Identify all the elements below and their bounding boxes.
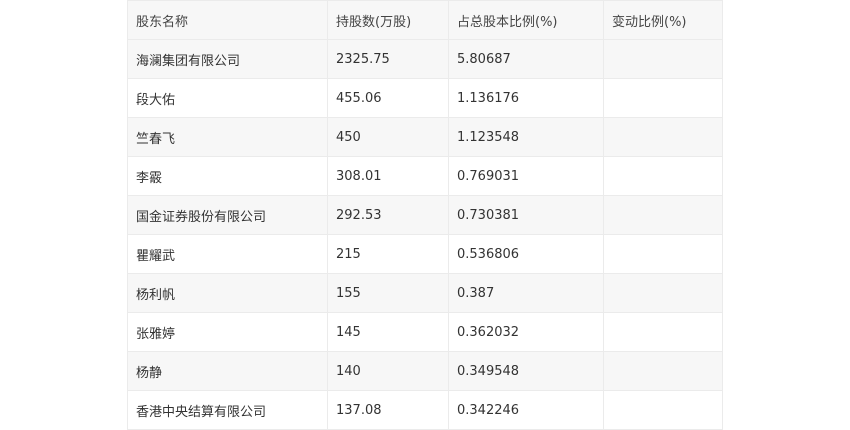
shareholders-table: 股东名称 持股数(万股) 占总股本比例(%) 变动比例(%) 海澜集团有限公司 … [127,0,723,430]
table-row: 李霰 308.01 0.769031 [127,156,723,196]
header-ratio: 占总股本比例(%) [448,0,604,40]
shares-cell: 137.08 [327,390,449,430]
table-header: 股东名称 持股数(万股) 占总股本比例(%) 变动比例(%) [127,0,723,40]
shares-cell: 140 [327,351,449,391]
change-ratio-cell [603,273,723,313]
ratio-cell: 0.769031 [448,156,604,196]
table-row: 瞿耀武 215 0.536806 [127,234,723,274]
table-row: 海澜集团有限公司 2325.75 5.80687 [127,39,723,79]
change-ratio-cell [603,78,723,118]
holder-name-cell: 海澜集团有限公司 [127,39,328,79]
header-row: 股东名称 持股数(万股) 占总股本比例(%) 变动比例(%) [127,0,723,40]
holder-name-cell: 段大佑 [127,78,328,118]
holder-name-cell: 香港中央结算有限公司 [127,390,328,430]
ratio-cell: 0.387 [448,273,604,313]
ratio-cell: 5.80687 [448,39,604,79]
change-ratio-cell [603,195,723,235]
change-ratio-cell [603,312,723,352]
table-row: 国金证券股份有限公司 292.53 0.730381 [127,195,723,235]
ratio-cell: 0.349548 [448,351,604,391]
change-ratio-cell [603,156,723,196]
table-row: 竺春飞 450 1.123548 [127,117,723,157]
header-holder-name: 股东名称 [127,0,328,40]
shares-cell: 155 [327,273,449,313]
table-row: 张雅婷 145 0.362032 [127,312,723,352]
table-row: 杨静 140 0.349548 [127,351,723,391]
table-body: 海澜集团有限公司 2325.75 5.80687 段大佑 455.06 1.13… [127,39,723,430]
shares-cell: 145 [327,312,449,352]
shares-cell: 455.06 [327,78,449,118]
table-row: 香港中央结算有限公司 137.08 0.342246 [127,390,723,430]
holder-name-cell: 杨静 [127,351,328,391]
holder-name-cell: 杨利帆 [127,273,328,313]
header-change-ratio: 变动比例(%) [603,0,723,40]
change-ratio-cell [603,234,723,274]
change-ratio-cell [603,351,723,391]
ratio-cell: 0.536806 [448,234,604,274]
shares-cell: 292.53 [327,195,449,235]
holder-name-cell: 瞿耀武 [127,234,328,274]
holder-name-cell: 竺春飞 [127,117,328,157]
shares-cell: 308.01 [327,156,449,196]
ratio-cell: 1.136176 [448,78,604,118]
ratio-cell: 0.342246 [448,390,604,430]
change-ratio-cell [603,390,723,430]
holder-name-cell: 国金证券股份有限公司 [127,195,328,235]
ratio-cell: 0.730381 [448,195,604,235]
holder-name-cell: 张雅婷 [127,312,328,352]
shares-cell: 2325.75 [327,39,449,79]
change-ratio-cell [603,39,723,79]
shares-cell: 450 [327,117,449,157]
shares-cell: 215 [327,234,449,274]
ratio-cell: 1.123548 [448,117,604,157]
change-ratio-cell [603,117,723,157]
header-shares: 持股数(万股) [327,0,449,40]
table-row: 杨利帆 155 0.387 [127,273,723,313]
ratio-cell: 0.362032 [448,312,604,352]
table-row: 段大佑 455.06 1.136176 [127,78,723,118]
holder-name-cell: 李霰 [127,156,328,196]
